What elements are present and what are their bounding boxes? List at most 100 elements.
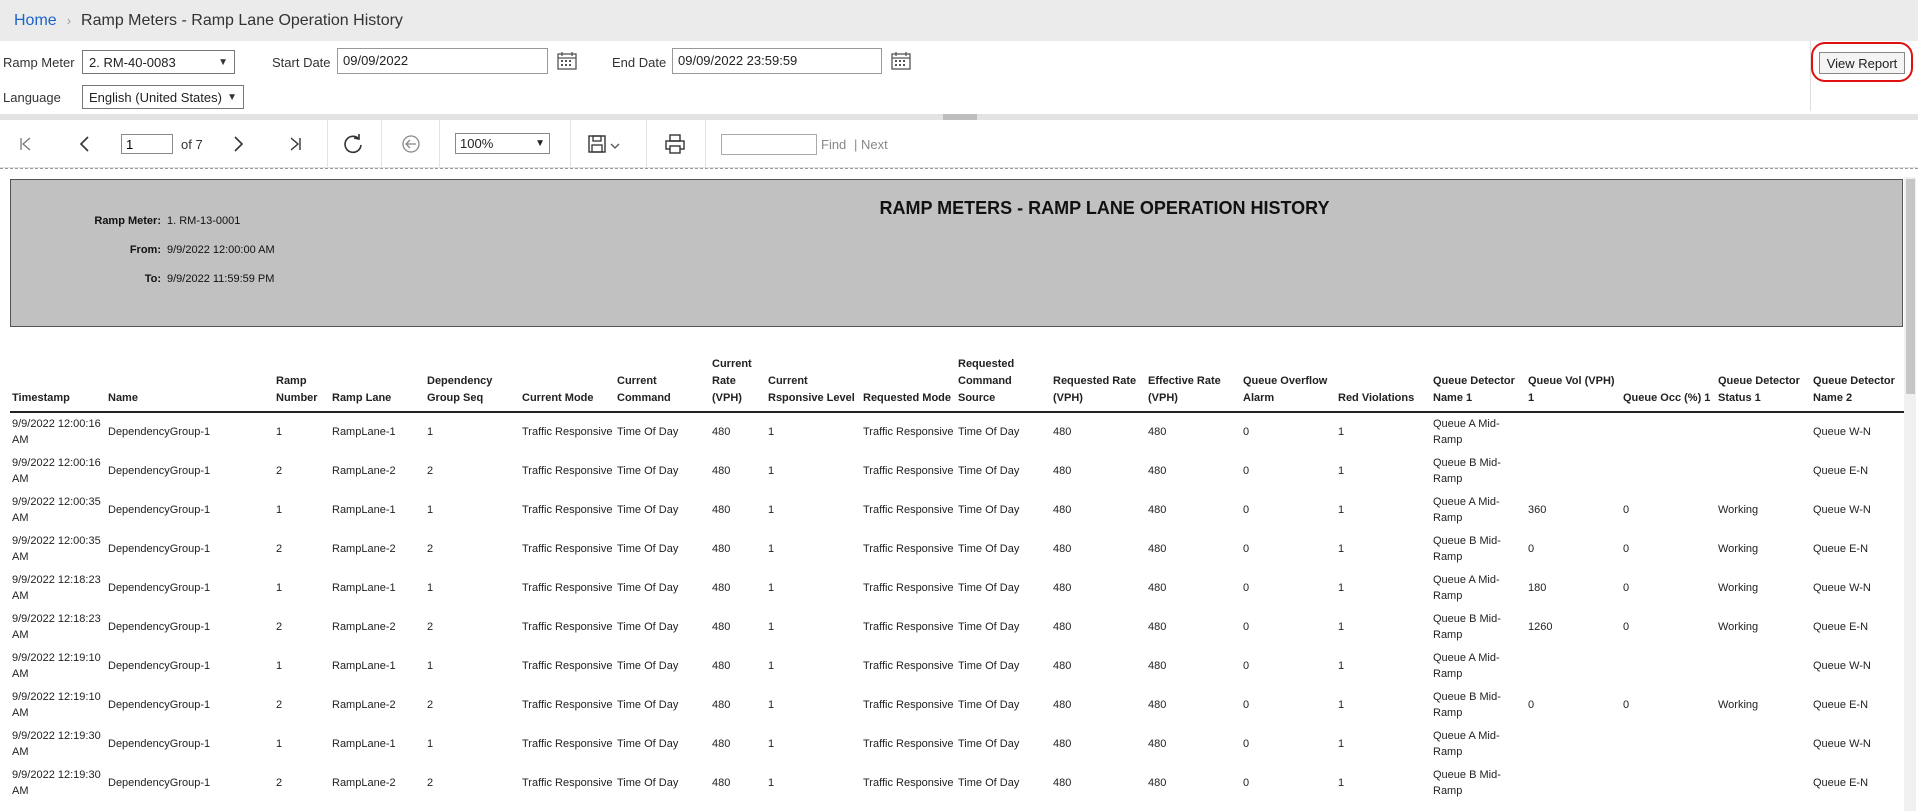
print-icon[interactable] (661, 130, 689, 158)
table-cell: 480 (1148, 581, 1167, 594)
find-link[interactable]: Find (821, 137, 846, 152)
table-cell: 0 (1528, 698, 1535, 711)
table-cell: 1 (768, 426, 775, 438)
find-input[interactable] (721, 134, 817, 155)
column-header: Current Mode (520, 354, 615, 413)
first-page-icon[interactable] (12, 130, 40, 158)
table-cell: DependencyGroup-1 (108, 426, 211, 438)
breadcrumb-home-link[interactable]: Home (14, 12, 57, 30)
next-page-icon[interactable] (224, 130, 252, 158)
table-cell: DependencyGroup-1 (108, 464, 211, 477)
table-cell: Time Of Day (958, 542, 1020, 555)
table-cell: DependencyGroup-1 (108, 698, 211, 711)
ramp-meter-select[interactable]: 2. RM-40-0083 ▼ (82, 50, 235, 74)
table-cell: 480 (1053, 737, 1072, 750)
breadcrumb: Home › Ramp Meters - Ramp Lane Operation… (0, 0, 1918, 41)
table-cell: Time Of Day (958, 698, 1020, 711)
table-cell: 480 (712, 426, 731, 438)
table-cell (1716, 451, 1811, 490)
table-cell: DependencyGroup-1 (108, 776, 211, 789)
table-cell: Queue A Mid-Ramp (1433, 651, 1500, 680)
table-cell: RampLane-1 (332, 426, 396, 438)
table-cell: Time Of Day (958, 659, 1020, 672)
table-cell: 480 (712, 542, 731, 555)
ramp-meter-label: Ramp Meter (3, 55, 75, 70)
table-cell: DependencyGroup-1 (108, 542, 211, 555)
table-cell: Queue B Mid-Ramp (1433, 768, 1501, 797)
save-icon[interactable] (584, 130, 628, 158)
table-cell: Queue W-N (1813, 659, 1871, 672)
table-cell: 1 (1338, 698, 1345, 711)
table-cell: Working (1718, 503, 1759, 516)
table-body: 9/9/2022 12:00:16 AM DependencyGroup-1 1 Ra… (10, 412, 1906, 802)
scrollbar-thumb[interactable] (1906, 179, 1915, 394)
table-cell: 480 (1148, 464, 1167, 477)
zoom-select[interactable]: 100% ▼ (455, 133, 550, 154)
table-cell (1621, 724, 1716, 763)
table-header-row: Timestamp Name Ramp Number Ramp Lane Depende… (10, 354, 1906, 413)
report-header: RAMP METERS - RAMP LANE OPERATION HISTOR… (10, 179, 1903, 327)
table-cell: RampLane-1 (332, 737, 396, 750)
column-header: Queue Vol (VPH) 1 (1526, 354, 1621, 413)
refresh-icon[interactable] (339, 130, 367, 158)
table-cell: 1 (1338, 581, 1345, 594)
table-cell: Time Of Day (617, 581, 679, 594)
table-cell: 0 (1623, 620, 1630, 633)
table-cell: Traffic Responsive (522, 659, 613, 672)
table-cell: 480 (712, 698, 731, 711)
table-cell: 2 (276, 698, 283, 711)
table-cell: 1 (768, 581, 775, 594)
start-date-input[interactable]: 09/09/2022 (337, 48, 548, 74)
table-cell: 1 (1338, 542, 1345, 555)
table-cell: 0 (1243, 581, 1250, 594)
toolbar-divider (327, 120, 328, 168)
table-cell: 480 (1053, 464, 1072, 477)
column-header: Queue Detector Name 1 (1431, 354, 1526, 413)
table-cell: Queue W-N (1813, 426, 1871, 438)
page-number-input[interactable] (121, 134, 173, 154)
column-header: Timestamp (10, 354, 106, 413)
chevron-down-icon: ▼ (227, 91, 237, 103)
calendar-icon[interactable] (556, 51, 578, 71)
table-cell: 1 (427, 503, 434, 516)
table-cell: 0 (1623, 581, 1630, 594)
table-cell: 9/9/2022 12:18:23 AM (12, 573, 101, 602)
table-cell: Queue A Mid-Ramp (1433, 729, 1500, 758)
table-cell (1621, 412, 1716, 451)
table-cell: Time Of Day (617, 620, 679, 633)
table-cell: Time Of Day (958, 776, 1020, 789)
table-cell: Traffic Responsive (522, 581, 613, 594)
breadcrumb-separator: › (66, 13, 72, 28)
table-cell: 1 (1338, 503, 1345, 516)
toolbar-divider (381, 120, 382, 168)
table-cell: Queue B Mid-Ramp (1433, 456, 1501, 485)
table-cell: Queue W-N (1813, 737, 1871, 750)
table-cell: 1260 (1528, 620, 1553, 633)
calendar-icon[interactable] (890, 51, 912, 71)
table-cell (1716, 763, 1811, 802)
back-icon[interactable] (397, 130, 425, 158)
table-cell: 480 (1053, 620, 1072, 633)
column-header: Requested Command Source (956, 354, 1051, 413)
table-cell: 2 (427, 776, 434, 789)
table-cell: 480 (1053, 503, 1072, 516)
prev-page-icon[interactable] (71, 130, 99, 158)
chevron-down-icon: ▼ (218, 56, 228, 68)
ramp-meter-row: Ramp Meter: 1. RM-13-0001 (11, 215, 240, 227)
last-page-icon[interactable] (281, 130, 309, 158)
column-header: Name (106, 354, 274, 413)
end-date-input[interactable]: 09/09/2022 23:59:59 (672, 48, 882, 74)
table-cell: Working (1718, 542, 1759, 555)
table-cell: 480 (1053, 426, 1072, 438)
table-cell (1526, 646, 1621, 685)
find-next-link[interactable]: | Next (854, 137, 888, 152)
table-cell: 1 (427, 659, 434, 672)
table-cell: RampLane-2 (332, 464, 396, 477)
table-cell: 480 (712, 737, 731, 750)
table-cell: 1 (1338, 620, 1345, 633)
language-select[interactable]: English (United States) ▼ (82, 85, 244, 109)
page-title: Ramp Meters - Ramp Lane Operation Histor… (81, 11, 403, 29)
table-cell: 1 (768, 659, 775, 672)
table-cell: 480 (1148, 737, 1167, 750)
table-cell: 1 (427, 581, 434, 594)
